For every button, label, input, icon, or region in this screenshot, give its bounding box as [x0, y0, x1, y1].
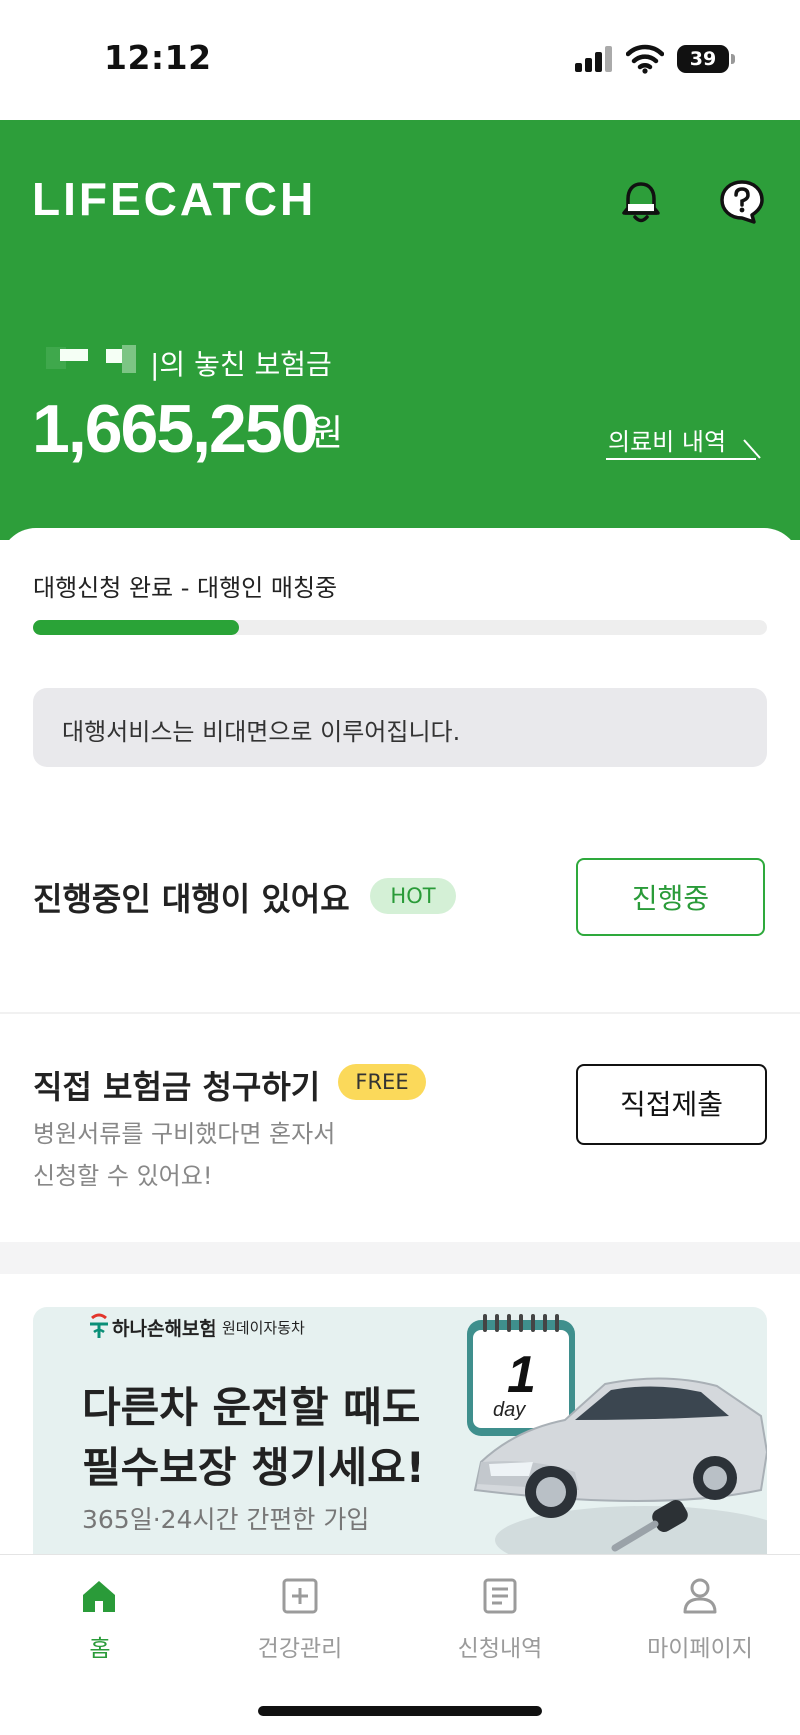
tab-mypage-label[interactable]: 마이페이지: [620, 1629, 780, 1663]
app-logo: LIFECATCH: [32, 173, 317, 225]
direct-submit-button[interactable]: 직접제출: [576, 1064, 767, 1145]
battery-cap: [731, 54, 735, 64]
banner-product: 원데이자동차: [222, 1319, 305, 1337]
plus-box-icon[interactable]: [281, 1577, 319, 1615]
banner-headline-line1: 다른차 운전할 때도: [82, 1383, 421, 1432]
banner-subtext: 365일·24시간 간편한 가입: [82, 1505, 370, 1534]
document-icon[interactable]: [481, 1577, 519, 1615]
currency-unit: 원: [310, 413, 344, 454]
progress-fill: [33, 620, 239, 635]
section-divider: [0, 1242, 800, 1274]
progress-status-text: 대행신청 완료 - 대행인 매칭중: [33, 574, 338, 602]
calendar-number: 1: [507, 1346, 536, 1404]
home-icon[interactable]: [80, 1577, 118, 1615]
banner-brand: 하나손해보험: [112, 1318, 217, 1340]
medical-history-link[interactable]: 의료비 내역: [608, 422, 726, 457]
notice-text: 대행서비스는 비대면으로 이루어집니다.: [62, 718, 461, 746]
free-badge: FREE: [338, 1064, 426, 1100]
direct-claim-desc-line2: 신청할 수 있어요!: [33, 1162, 213, 1190]
status-time: 12:12: [104, 38, 212, 77]
missed-amount-label: |의 놓친 보험금: [150, 348, 332, 381]
hana-logo-icon: [90, 1313, 108, 1338]
divider: [0, 1012, 800, 1014]
tab-home-label[interactable]: 홈: [20, 1629, 180, 1663]
arrow-right-icon: [743, 439, 761, 459]
wifi-icon: [626, 44, 664, 74]
hot-badge: HOT: [370, 878, 456, 914]
bell-icon[interactable]: [617, 178, 665, 226]
in-progress-button[interactable]: 진행중: [576, 858, 765, 936]
calendar-icon: 1 day: [467, 1314, 575, 1436]
brand-separator: [214, 1319, 215, 1336]
direct-claim-title: 직접 보험금 청구하기: [33, 1068, 321, 1106]
home-indicator: [258, 1706, 542, 1716]
car-illustration: 1 day: [467, 1314, 767, 1554]
direct-claim-desc-line1: 병원서류를 구비했다면 혼자서: [33, 1120, 336, 1148]
ongoing-title: 진행중인 대행이 있어요: [33, 880, 350, 918]
calendar-unit: day: [493, 1399, 526, 1421]
banner-headline-line2: 필수보장 챙기세요!: [82, 1443, 425, 1492]
user-name-redacted: [46, 345, 138, 375]
battery-icon: 39: [677, 45, 729, 73]
help-chat-icon[interactable]: [718, 178, 766, 226]
tab-health-label[interactable]: 건강관리: [220, 1629, 380, 1663]
user-icon[interactable]: [681, 1577, 719, 1615]
medical-link-underline: [606, 458, 756, 460]
tab-history-label[interactable]: 신청내역: [420, 1629, 580, 1663]
battery-level: 39: [689, 48, 717, 70]
missed-amount: 1,665,250: [32, 391, 319, 467]
signal-icon: [575, 46, 615, 72]
